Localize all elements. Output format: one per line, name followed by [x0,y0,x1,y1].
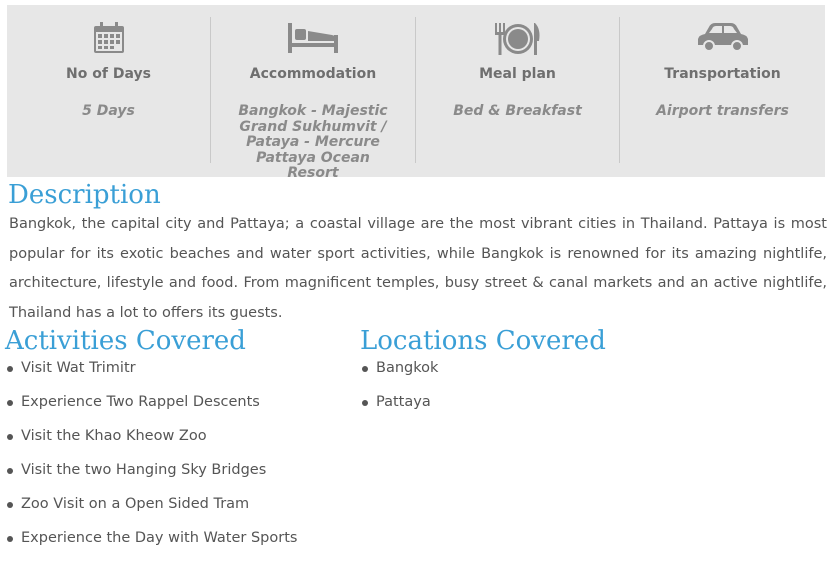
locations-list: Bangkok Pattaya [362,359,662,427]
activities-list: Visit Wat Trimitr Experience Two Rappel … [7,359,347,563]
list-item: Visit Wat Trimitr [7,359,347,393]
trip-info-panel: No of Days 5 Days Accommodation Bangkok … [7,5,825,181]
activities-heading: Activities Covered [5,326,246,356]
bed-icon [211,21,415,59]
locations-heading: Locations Covered [360,326,606,356]
info-accommodation-value: Bangkok - Majestic Grand Sukhumvit / Pat… [238,103,388,181]
info-accommodation: Accommodation Bangkok - Majestic Grand S… [211,5,415,181]
info-days-value: 5 Days [82,103,135,119]
list-item: Visit the two Hanging Sky Bridges [7,461,347,495]
meal-icon [416,21,619,59]
info-meal-plan-value: Bed & Breakfast [453,103,582,119]
list-item: Experience Two Rappel Descents [7,393,347,427]
info-transportation-title: Transportation [664,66,781,82]
description-heading: Description [8,180,161,210]
description-text: Bangkok, the capital city and Pattaya; a… [9,216,827,321]
info-meal-plan-title: Meal plan [479,66,556,82]
list-item: Bangkok [362,359,662,393]
info-transportation: Transportation Airport transfers [620,5,825,177]
list-item: Pattaya [362,393,662,427]
list-item: Zoo Visit on a Open Sided Tram [7,495,347,529]
calendar-icon [7,21,210,59]
info-days-title: No of Days [66,66,151,82]
list-item: Visit the Khao Kheow Zoo [7,427,347,461]
info-meal-plan: Meal plan Bed & Breakfast [416,5,619,177]
car-icon [620,21,825,59]
info-days: No of Days 5 Days [7,5,210,177]
info-transportation-value: Airport transfers [656,103,789,119]
list-item: Experience the Day with Water Sports [7,529,347,563]
info-accommodation-title: Accommodation [249,66,377,82]
